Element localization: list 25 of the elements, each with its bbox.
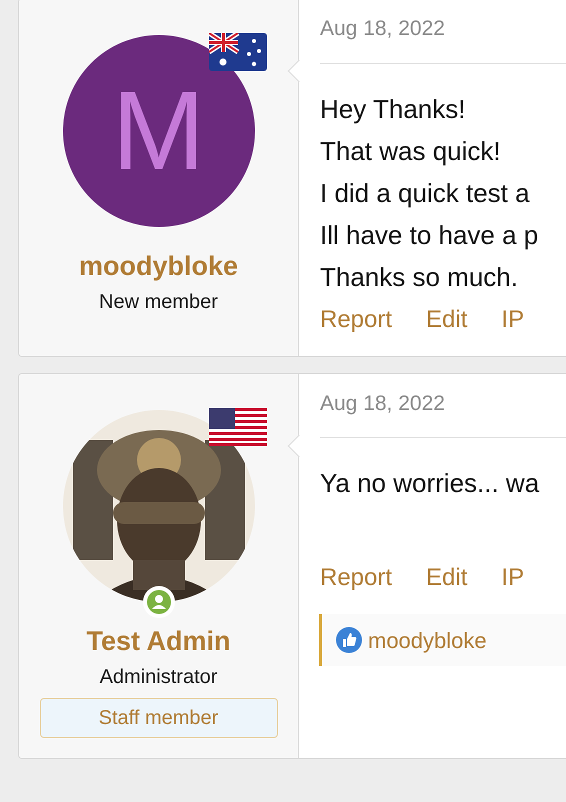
username-link[interactable]: moodybloke — [78, 249, 238, 283]
post-date[interactable]: Aug 18, 2022 — [320, 374, 566, 438]
message-line: That was quick! — [320, 134, 502, 168]
post-action-link[interactable]: Edit — [426, 562, 468, 594]
username-link[interactable]: Test Admin — [86, 624, 230, 658]
staff-badge: Staff member — [40, 698, 278, 738]
post-action-link[interactable]: Report — [320, 304, 392, 336]
user-title: Administrator — [100, 664, 218, 690]
user-title: New member — [99, 290, 218, 315]
message-line: I did a quick test a — [320, 176, 531, 210]
message-line: Hey Thanks! — [320, 92, 466, 126]
avatar-letter: M — [112, 75, 206, 187]
message-line: Ill have to have a p — [320, 218, 540, 252]
post-date[interactable]: Aug 18, 2022 — [320, 0, 566, 64]
post-action-link[interactable]: IP — [501, 304, 524, 336]
post-action-link[interactable]: Edit — [426, 304, 468, 336]
post-action-link[interactable]: IP — [501, 562, 524, 594]
post-action-link[interactable]: Report — [320, 562, 392, 594]
message-line: Thanks so much. — [320, 260, 519, 294]
flag-icon — [208, 408, 266, 446]
reaction-user-link[interactable]: moodybloke — [368, 624, 487, 656]
thumbs-up-icon — [336, 627, 362, 653]
message-line: Ya no worries... wa — [320, 467, 540, 500]
flag-icon — [208, 33, 266, 71]
avatar[interactable]: M — [62, 35, 254, 227]
